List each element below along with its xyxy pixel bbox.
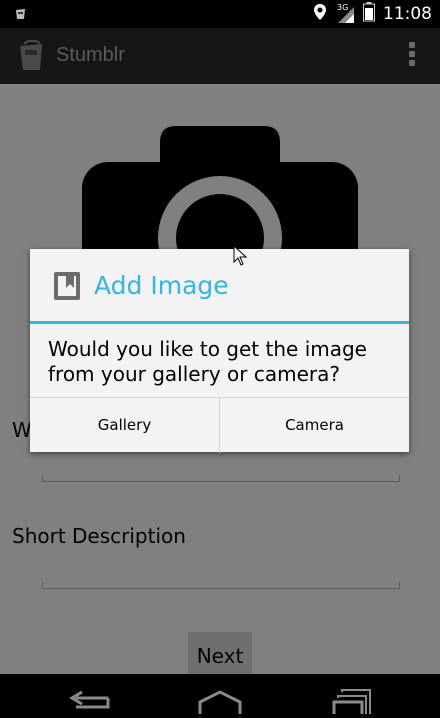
clock: 11:08 (383, 4, 432, 24)
next-button[interactable]: Next (188, 632, 252, 674)
app-icon[interactable] (16, 40, 46, 76)
location-icon (313, 3, 327, 25)
short-description-input[interactable] (42, 582, 400, 589)
back-icon[interactable] (42, 674, 142, 714)
website-input[interactable] (42, 475, 400, 482)
app-title: Stumblr (56, 44, 125, 66)
add-image-dialog: Add Image Would you like to get the imag… (30, 249, 409, 453)
camera-button[interactable]: Camera (220, 398, 409, 453)
recents-icon[interactable] (300, 674, 400, 714)
dialog-title-divider (30, 321, 409, 324)
signal-icon: 3G (335, 3, 355, 24)
dialog-message: Would you like to get the image from you… (48, 337, 367, 386)
navigation-bar (0, 674, 440, 714)
overflow-menu-icon[interactable] (408, 42, 416, 70)
action-bar: Stumblr (0, 28, 440, 84)
dialog-title: Add Image (94, 271, 229, 300)
gallery-button[interactable]: Gallery (30, 398, 219, 453)
notification-icon (14, 6, 28, 25)
mouse-cursor-icon (233, 244, 249, 271)
dialog-button-bar: Gallery Camera (30, 397, 409, 453)
home-icon[interactable] (170, 674, 270, 714)
website-label: W (12, 418, 32, 442)
short-description-label: Short Description (12, 524, 186, 548)
gallery-icon (52, 270, 82, 306)
battery-icon (363, 2, 375, 26)
dialog-header: Add Image (30, 249, 409, 321)
status-bar: 3G 11:08 (0, 0, 440, 28)
